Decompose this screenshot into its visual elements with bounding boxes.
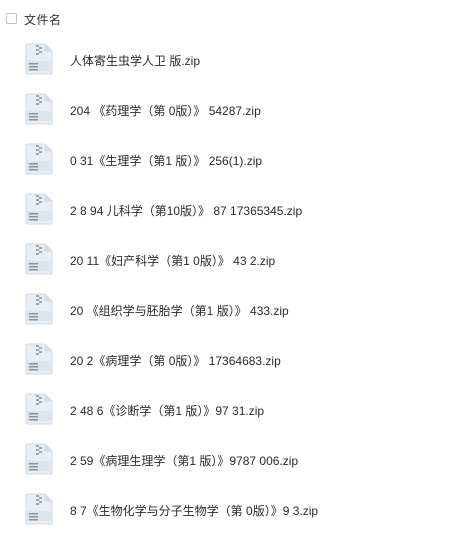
file-row[interactable]: 20 11《妇产科学（第1 0版）》 43 2.zip — [0, 238, 474, 288]
zip-file-icon — [24, 193, 54, 225]
file-row[interactable]: 20 2《病理学（第 0版）》 17364683.zip — [0, 338, 474, 388]
zip-file-icon — [24, 143, 54, 175]
file-name[interactable]: 204 《药理学（第 0版）》 54287.zip — [70, 102, 261, 119]
file-row[interactable]: 人体寄生虫学人卫 版.zip — [0, 38, 474, 88]
zip-file-icon — [24, 93, 54, 125]
file-name[interactable]: 2 48 6《诊断学（第1 版）》97 31.zip — [70, 402, 264, 419]
file-row[interactable]: 8 7《生物化学与分子生物学（第 0版）》9 3.zip — [0, 488, 474, 535]
file-name[interactable]: 2 8 94 儿科学（第10版）》 87 17365345.zip — [70, 202, 302, 219]
zip-file-icon — [24, 243, 54, 275]
column-header-filename[interactable]: 文件名 — [24, 11, 62, 28]
file-name[interactable]: 0 31《生理学（第1 版）》 256(1).zip — [70, 152, 262, 169]
zip-file-icon — [24, 393, 54, 425]
file-row[interactable]: 0 31《生理学（第1 版）》 256(1).zip — [0, 138, 474, 188]
file-name[interactable]: 20 2《病理学（第 0版）》 17364683.zip — [70, 352, 281, 369]
select-all-checkbox[interactable] — [6, 13, 17, 24]
file-name[interactable]: 20 《组织学与胚胎学（第1 版）》 433.zip — [70, 302, 289, 319]
zip-file-icon — [24, 443, 54, 475]
zip-file-icon — [24, 343, 54, 375]
file-list-header: 文件名 — [0, 0, 474, 38]
file-name[interactable]: 20 11《妇产科学（第1 0版）》 43 2.zip — [70, 252, 275, 269]
file-row[interactable]: 20 《组织学与胚胎学（第1 版）》 433.zip — [0, 288, 474, 338]
file-row[interactable]: 2 59《病理生理学（第1 版）》9787 006.zip — [0, 438, 474, 488]
zip-file-icon — [24, 43, 54, 75]
file-name[interactable]: 2 59《病理生理学（第1 版）》9787 006.zip — [70, 452, 298, 469]
zip-file-icon — [24, 493, 54, 525]
file-row[interactable]: 2 8 94 儿科学（第10版）》 87 17365345.zip — [0, 188, 474, 238]
file-name[interactable]: 人体寄生虫学人卫 版.zip — [70, 52, 200, 69]
file-list: 人体寄生虫学人卫 版.zip 204 《药理学（第 0版）》 54287.zip… — [0, 38, 474, 535]
file-row[interactable]: 204 《药理学（第 0版）》 54287.zip — [0, 88, 474, 138]
file-row[interactable]: 2 48 6《诊断学（第1 版）》97 31.zip — [0, 388, 474, 438]
file-name[interactable]: 8 7《生物化学与分子生物学（第 0版）》9 3.zip — [70, 502, 318, 519]
zip-file-icon — [24, 293, 54, 325]
